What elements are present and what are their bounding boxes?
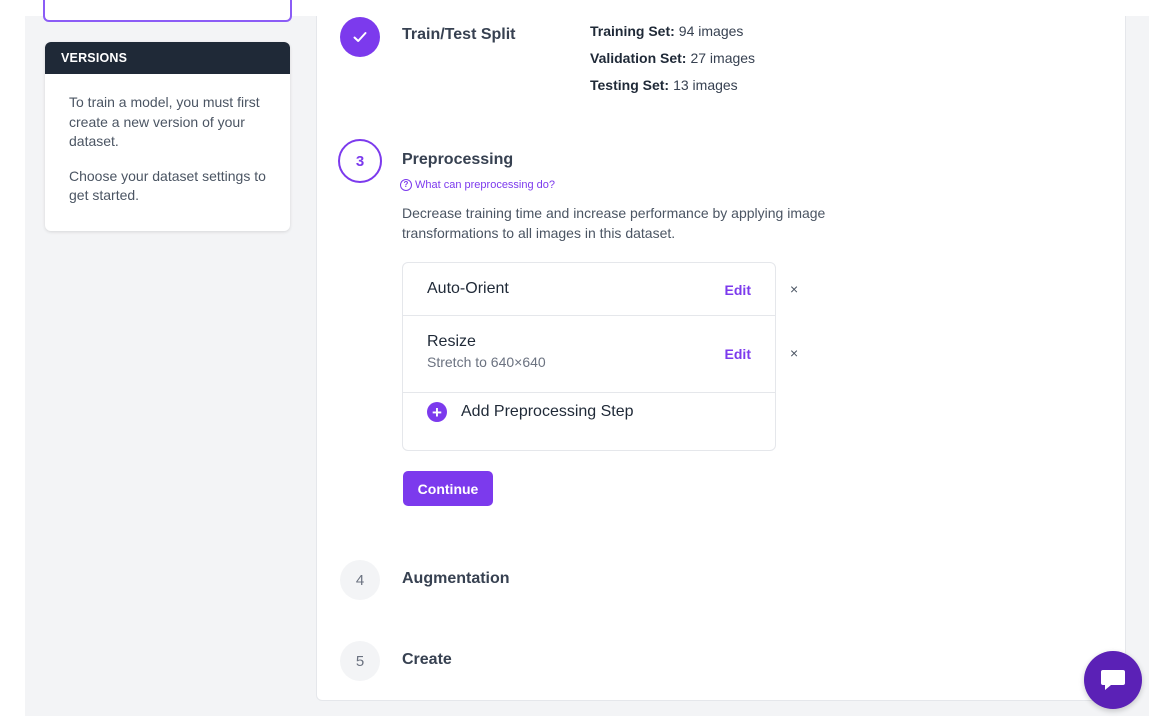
training-set-value: 94 images [678,23,744,39]
preprocessing-step-row: Resize Stretch to 640×640 Edit [403,316,775,393]
previous-sidebar-card[interactable] [43,0,292,22]
training-set-label: Training Set: [590,23,675,39]
validation-set-label: Validation Set: [590,50,687,66]
step-number-badge: 4 [340,560,380,600]
versions-card: VERSIONS To train a model, you must firs… [45,42,290,231]
step-number-badge: 5 [340,641,380,681]
remove-step-button[interactable]: × [790,345,798,361]
versions-header: VERSIONS [45,42,290,74]
testing-set-summary: Testing Set: 13 images [590,77,738,93]
step-title-preprocessing: Preprocessing [402,151,514,168]
versions-body: To train a model, you must first create … [45,74,290,206]
preprocessing-step-row: Auto-Orient Edit [403,263,775,316]
preprocessing-step-name: Resize [427,333,476,350]
remove-step-button[interactable]: × [790,281,798,297]
preprocessing-help-link[interactable]: ? What can preprocessing do? [400,179,555,191]
testing-set-label: Testing Set: [590,77,670,93]
help-link-label: What can preprocessing do? [415,179,556,191]
versions-info-text: To train a model, you must first create … [69,94,260,149]
validation-set-value: 27 images [690,50,756,66]
step-title-augmentation: Augmentation [402,570,510,587]
preprocessing-step-detail: Stretch to 640×640 [427,354,546,370]
checkmark-icon [353,32,367,42]
add-preprocessing-step-button[interactable]: + Add Preprocessing Step [427,402,634,422]
versions-hint-text: Choose your dataset settings to get star… [69,167,266,204]
step-title-create: Create [402,651,452,668]
question-circle-icon: ? [400,179,412,191]
step-title-train-test-split[interactable]: Train/Test Split [402,26,516,44]
training-set-summary: Training Set: 94 images [590,23,743,39]
chat-launcher-button[interactable] [1084,651,1142,709]
validation-set-summary: Validation Set: 27 images [590,50,755,66]
add-step-label: Add Preprocessing Step [461,403,634,420]
preprocessing-description: Decrease training time and increase perf… [402,205,826,241]
step-number-badge: 3 [338,139,382,183]
plus-circle-icon: + [427,402,447,422]
continue-button[interactable]: Continue [403,471,493,506]
chat-bubble-icon [1101,670,1125,690]
preprocessing-step-name: Auto-Orient [427,280,509,297]
step-complete-badge [340,17,380,57]
edit-button[interactable]: Edit [725,346,751,362]
preprocessing-steps-list: Auto-Orient Edit Resize Stretch to 640×6… [402,262,776,451]
testing-set-value: 13 images [673,77,738,93]
edit-button[interactable]: Edit [725,282,751,298]
